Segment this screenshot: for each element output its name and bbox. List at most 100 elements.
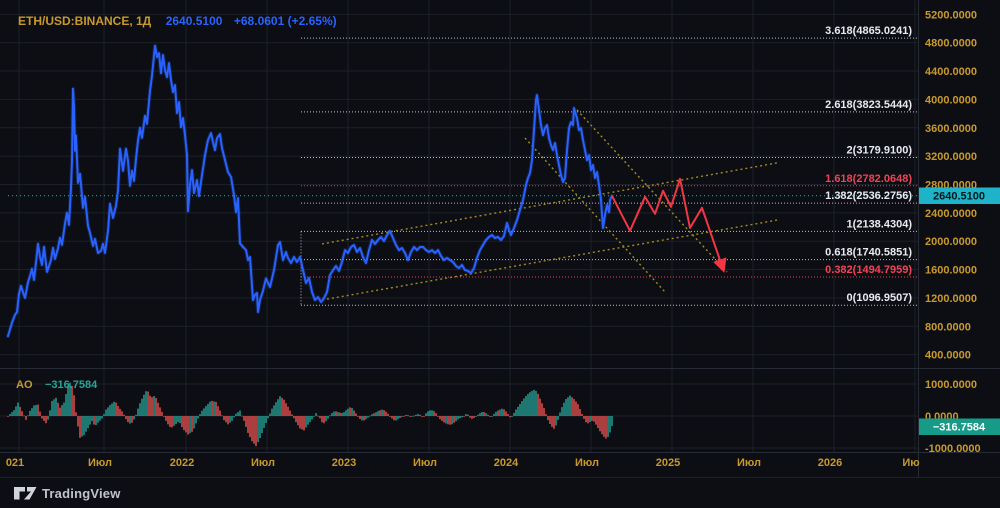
- time-axis-label[interactable]: Ию: [902, 457, 919, 469]
- price-axis-label[interactable]: 400.0000: [925, 350, 971, 362]
- ao-bar: [153, 396, 155, 416]
- ao-bar: [375, 412, 377, 416]
- time-axis-label[interactable]: Июл: [88, 457, 112, 469]
- ao-bar: [197, 416, 199, 419]
- ao-bar: [423, 416, 425, 417]
- ao-bar: [575, 401, 577, 416]
- chart-canvas[interactable]: 5200.0000 4800.0000 4400.0000 4000.0000 3600…: [0, 0, 1000, 508]
- ao-bar: [389, 416, 391, 417]
- ao-bar: [19, 406, 21, 416]
- price-axis-label[interactable]: 4400.0000: [925, 66, 977, 78]
- ao-bar: [485, 413, 487, 416]
- ao-bar: [343, 412, 345, 416]
- ao-bar: [37, 404, 39, 416]
- ao-bar: [495, 411, 497, 416]
- ao-bar: [107, 407, 109, 416]
- price-axis-label[interactable]: 800.0000: [925, 321, 971, 333]
- time-axis-label[interactable]: 021: [6, 457, 24, 469]
- ao-bar: [287, 406, 289, 416]
- ao-bar: [201, 410, 203, 416]
- ao-bar: [253, 416, 255, 444]
- ao-bar: [41, 416, 43, 419]
- ao-bar: [317, 415, 319, 417]
- ao-bar: [563, 402, 565, 416]
- ao-bar: [77, 416, 79, 427]
- ao-bar: [33, 405, 35, 416]
- ao-bar: [445, 416, 447, 424]
- ao-bar: [325, 416, 327, 422]
- price-axis-label[interactable]: 1200.0000: [925, 293, 977, 305]
- time-axis-label[interactable]: 2024: [494, 457, 519, 469]
- ao-bar: [533, 389, 535, 416]
- ao-bar: [127, 416, 129, 423]
- ao-bar: [361, 416, 363, 421]
- time-axis-label[interactable]: Июл: [251, 457, 275, 469]
- time-axis-label[interactable]: 2025: [656, 457, 680, 469]
- ao-badge-value: −316.7584: [933, 422, 986, 434]
- price-axis-label[interactable]: 2400.0000: [925, 208, 977, 220]
- ao-bar: [449, 416, 451, 425]
- ao-bar: [463, 416, 465, 417]
- ao-bar: [611, 416, 613, 427]
- ao-bar: [139, 403, 141, 416]
- price-axis-label[interactable]: 3600.0000: [925, 123, 977, 135]
- ao-bar: [487, 414, 489, 416]
- ao-bar: [587, 416, 589, 424]
- time-axis-label[interactable]: 2026: [818, 457, 842, 469]
- price-axis-label[interactable]: 4800.0000: [925, 38, 977, 50]
- ao-bar: [429, 410, 431, 416]
- ao-bar: [469, 416, 471, 418]
- ao-bar: [349, 407, 351, 416]
- ao-indicator-label[interactable]: AO: [16, 379, 33, 391]
- ao-bar: [285, 403, 287, 416]
- time-axis-label[interactable]: 2022: [170, 457, 194, 469]
- fib-level-label: 0.382(1494.7959): [825, 264, 912, 276]
- ao-bar: [81, 416, 83, 437]
- ao-bar: [205, 406, 207, 416]
- ao-bar: [159, 407, 161, 416]
- ao-bar: [329, 415, 331, 417]
- ao-indicator-value: −316.7584: [45, 379, 98, 391]
- ao-axis-label[interactable]: -1000.0000: [925, 443, 981, 455]
- ao-bar: [217, 406, 219, 416]
- ao-bar: [363, 416, 365, 421]
- ao-bar: [351, 408, 353, 416]
- ao-bar: [395, 416, 397, 421]
- ao-bar: [13, 410, 15, 416]
- price-axis-label[interactable]: 3200.0000: [925, 151, 977, 163]
- ao-bar: [203, 408, 205, 416]
- ao-bar: [249, 416, 251, 438]
- price-axis-label[interactable]: 2000.0000: [925, 236, 977, 248]
- ao-bar: [357, 416, 359, 417]
- ao-bar: [263, 416, 265, 428]
- ao-bar: [419, 414, 421, 416]
- ao-bar: [579, 409, 581, 416]
- ao-bar: [119, 408, 121, 416]
- time-axis-label[interactable]: 2023: [332, 457, 356, 469]
- ao-axis-label[interactable]: 1000.0000: [925, 379, 977, 391]
- ao-bar: [95, 416, 97, 426]
- ao-bar: [333, 411, 335, 416]
- ao-bar: [181, 416, 183, 428]
- ao-bar: [299, 416, 301, 429]
- symbol-title[interactable]: ETH/USD:BINANCE, 1Д: [18, 14, 152, 28]
- ao-bar: [527, 394, 529, 416]
- ao-bar: [507, 414, 509, 416]
- ao-bar: [97, 416, 99, 423]
- time-axis-label[interactable]: Июл: [737, 457, 761, 469]
- ao-bar: [25, 416, 27, 420]
- ao-bar: [569, 395, 571, 416]
- ao-bar: [553, 416, 555, 429]
- price-axis-label[interactable]: 4000.0000: [925, 94, 977, 106]
- ao-bar: [525, 396, 527, 416]
- price-axis-label[interactable]: 5200.0000: [925, 9, 977, 21]
- ao-bar: [279, 396, 281, 416]
- fib-level-label: 1.382(2536.2756): [825, 190, 912, 202]
- time-axis-label[interactable]: Июл: [575, 457, 599, 469]
- ao-bar: [307, 416, 309, 425]
- symbol-legend[interactable]: ETH/USD:BINANCE, 1Д 2640.5100 +68.0601 (…: [18, 12, 337, 29]
- price-axis-label[interactable]: 1600.0000: [925, 265, 977, 277]
- ao-bar: [607, 416, 609, 437]
- time-axis-label[interactable]: Июл: [413, 457, 437, 469]
- ao-bar: [157, 402, 159, 416]
